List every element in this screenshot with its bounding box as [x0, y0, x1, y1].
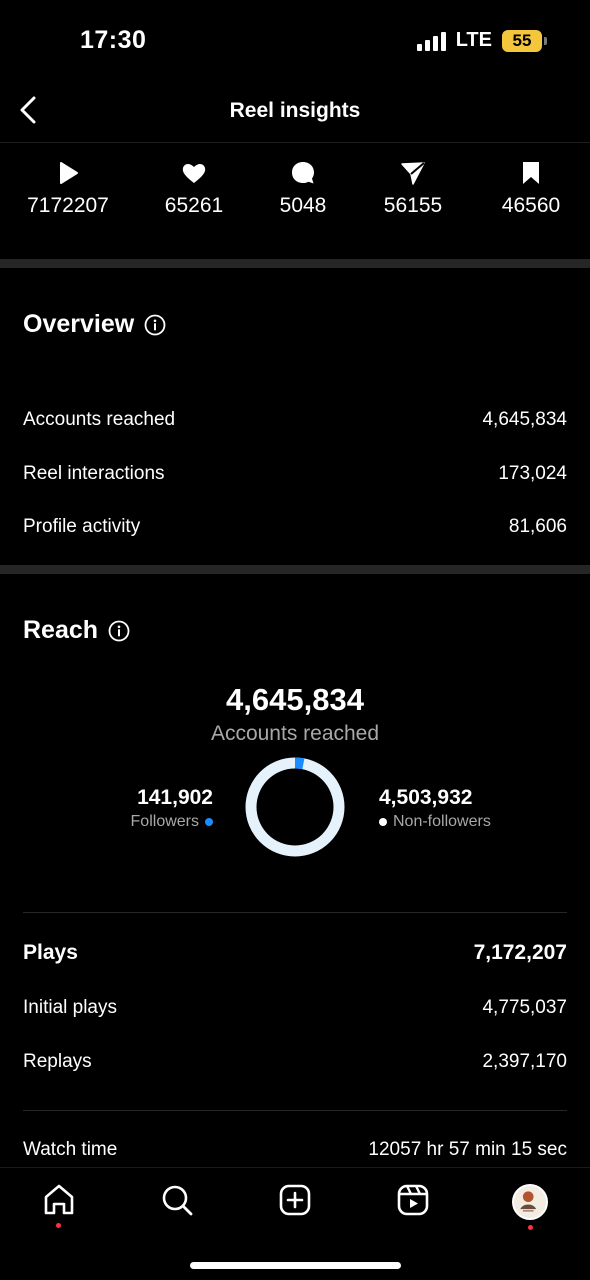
- row-value: 81,606: [508, 516, 567, 537]
- status-time: 17:30: [80, 26, 147, 54]
- plays-row[interactable]: Replays 2,397,170: [23, 1051, 567, 1073]
- non-followers-legend: 4,503,932 Non-followers: [379, 786, 491, 831]
- create-icon: [279, 1184, 311, 1216]
- plays-count: 7172207: [27, 194, 109, 217]
- non-followers-count: 4,503,932: [379, 786, 473, 809]
- row-label: Reel interactions: [23, 463, 165, 484]
- plays-total-row[interactable]: Plays 7,172,207: [23, 941, 567, 965]
- overview-row[interactable]: Accounts reached 4,645,834: [23, 409, 567, 431]
- comments-count: 5048: [279, 194, 327, 217]
- accounts-reached-total: 4,645,834: [226, 682, 364, 717]
- profile-notification-dot: [528, 1225, 533, 1230]
- non-followers-label: Non-followers: [393, 813, 491, 830]
- heart-icon: [182, 164, 206, 183]
- home-indicator: [190, 1262, 401, 1269]
- tab-home[interactable]: [41, 1182, 77, 1218]
- followers-dot: [205, 818, 213, 826]
- reach-donut-chart: [245, 757, 345, 857]
- overview-row[interactable]: Reel interactions 173,024: [23, 463, 567, 485]
- avatar-image-icon: [520, 1191, 537, 1212]
- section-separator: [0, 565, 590, 574]
- battery-level: 55: [512, 30, 532, 50]
- home-notification-dot: [56, 1223, 61, 1228]
- comment-icon: [292, 162, 314, 184]
- saves-count: 46560: [501, 194, 561, 217]
- stat-plays: 7172207: [24, 160, 112, 218]
- section-separator: [0, 259, 590, 268]
- watch-time-value: 12057 hr 57 min 15 sec: [368, 1139, 567, 1160]
- reels-icon: [397, 1184, 429, 1216]
- plays-title: Plays: [23, 941, 78, 964]
- row-label: Profile activity: [23, 516, 141, 537]
- non-followers-dot: [379, 818, 387, 826]
- plays-row[interactable]: Initial plays 4,775,037: [23, 997, 567, 1019]
- shares-count: 56155: [383, 194, 443, 217]
- row-label: Replays: [23, 1051, 92, 1072]
- page-title: Reel insights: [229, 99, 361, 122]
- search-icon: [162, 1185, 193, 1216]
- plays-total: 7,172,207: [473, 941, 567, 964]
- stat-shares: 56155: [375, 160, 451, 218]
- overview-row[interactable]: Profile activity 81,606: [23, 516, 567, 538]
- row-label: Initial plays: [23, 997, 117, 1018]
- tab-create[interactable]: [277, 1182, 313, 1218]
- followers-legend: 141,902 Followers: [131, 786, 213, 831]
- watch-time-row[interactable]: Watch time 12057 hr 57 min 15 sec: [23, 1139, 567, 1161]
- followers-count: 141,902: [137, 786, 213, 809]
- tab-search[interactable]: [159, 1182, 195, 1218]
- share-icon: [401, 162, 425, 185]
- battery-icon: 55: [502, 29, 547, 52]
- stat-saves: 46560: [493, 160, 569, 218]
- play-icon: [60, 162, 78, 184]
- info-icon[interactable]: [144, 314, 166, 336]
- overview-title-text: Overview: [23, 310, 135, 338]
- stat-likes: 65261: [155, 160, 233, 218]
- reel-stats-row: 7172207 65261 5048 56155 46560: [0, 160, 590, 230]
- header-divider: [0, 142, 590, 143]
- row-value: 2,397,170: [482, 1051, 567, 1072]
- followers-label: Followers: [130, 813, 199, 830]
- row-value: 4,645,834: [482, 409, 567, 430]
- row-label: Accounts reached: [23, 409, 176, 430]
- reach-title: Reach: [23, 616, 130, 645]
- non-followers-ring: [245, 757, 345, 857]
- status-indicators: LTE 55: [416, 29, 547, 52]
- info-icon[interactable]: [108, 620, 130, 642]
- profile-avatar[interactable]: [512, 1184, 548, 1220]
- likes-count: 65261: [164, 194, 224, 217]
- overview-title: Overview: [23, 310, 166, 339]
- watch-time-label: Watch time: [23, 1139, 118, 1160]
- top-bar: Reel insights: [0, 82, 590, 142]
- tab-reels[interactable]: [395, 1182, 431, 1218]
- accounts-reached-label: Accounts reached: [210, 722, 380, 745]
- reach-title-text: Reach: [23, 616, 99, 644]
- network-label: LTE: [455, 29, 492, 51]
- stat-comments: 5048: [270, 160, 336, 218]
- bookmark-icon: [523, 162, 539, 184]
- section-divider: [23, 912, 567, 913]
- row-value: 4,775,037: [482, 997, 567, 1018]
- signal-icon: [416, 31, 446, 51]
- section-divider: [23, 1110, 567, 1111]
- status-bar: 17:30 LTE 55: [0, 0, 590, 80]
- home-icon: [44, 1184, 74, 1215]
- row-value: 173,024: [498, 463, 567, 484]
